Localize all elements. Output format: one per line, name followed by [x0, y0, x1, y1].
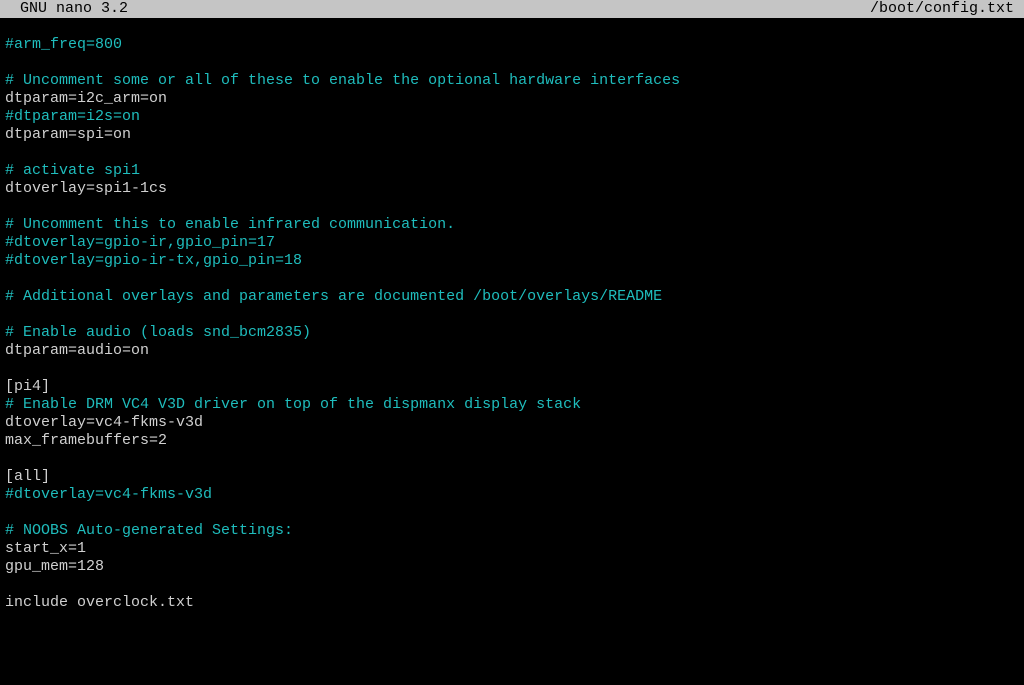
- editor-line[interactable]: #dtoverlay=gpio-ir-tx,gpio_pin=18: [5, 252, 1019, 270]
- titlebar: GNU nano 3.2 /boot/config.txt: [0, 0, 1024, 18]
- editor-line[interactable]: [5, 360, 1019, 378]
- editor-line[interactable]: [pi4]: [5, 378, 1019, 396]
- editor-line[interactable]: [all]: [5, 468, 1019, 486]
- editor-line[interactable]: [5, 270, 1019, 288]
- app-name: GNU nano 3.2: [20, 0, 128, 18]
- editor-line[interactable]: [5, 18, 1019, 36]
- editor-line[interactable]: [5, 504, 1019, 522]
- filename: /boot/config.txt: [870, 0, 1014, 18]
- editor-line[interactable]: # Additional overlays and parameters are…: [5, 288, 1019, 306]
- editor-line[interactable]: dtparam=audio=on: [5, 342, 1019, 360]
- editor-line[interactable]: #dtoverlay=vc4-fkms-v3d: [5, 486, 1019, 504]
- editor-line[interactable]: [5, 576, 1019, 594]
- editor-line[interactable]: [5, 54, 1019, 72]
- editor-line[interactable]: # NOOBS Auto-generated Settings:: [5, 522, 1019, 540]
- editor-line[interactable]: dtparam=spi=on: [5, 126, 1019, 144]
- editor-line[interactable]: #dtparam=i2s=on: [5, 108, 1019, 126]
- editor-line[interactable]: include overclock.txt: [5, 594, 1019, 612]
- editor-line[interactable]: [5, 306, 1019, 324]
- editor-line[interactable]: #dtoverlay=gpio-ir,gpio_pin=17: [5, 234, 1019, 252]
- editor-line[interactable]: # Enable DRM VC4 V3D driver on top of th…: [5, 396, 1019, 414]
- editor-line[interactable]: # activate spi1: [5, 162, 1019, 180]
- editor-line[interactable]: start_x=1: [5, 540, 1019, 558]
- editor-line[interactable]: # Enable audio (loads snd_bcm2835): [5, 324, 1019, 342]
- editor-line[interactable]: #arm_freq=800: [5, 36, 1019, 54]
- editor-line[interactable]: max_framebuffers=2: [5, 432, 1019, 450]
- editor-area[interactable]: #arm_freq=800 # Uncomment some or all of…: [0, 18, 1024, 612]
- editor-line[interactable]: dtoverlay=vc4-fkms-v3d: [5, 414, 1019, 432]
- editor-line[interactable]: # Uncomment this to enable infrared comm…: [5, 216, 1019, 234]
- editor-line[interactable]: [5, 144, 1019, 162]
- editor-line[interactable]: [5, 198, 1019, 216]
- editor-line[interactable]: # Uncomment some or all of these to enab…: [5, 72, 1019, 90]
- editor-line[interactable]: [5, 450, 1019, 468]
- editor-line[interactable]: dtparam=i2c_arm=on: [5, 90, 1019, 108]
- editor-line[interactable]: gpu_mem=128: [5, 558, 1019, 576]
- editor-line[interactable]: dtoverlay=spi1-1cs: [5, 180, 1019, 198]
